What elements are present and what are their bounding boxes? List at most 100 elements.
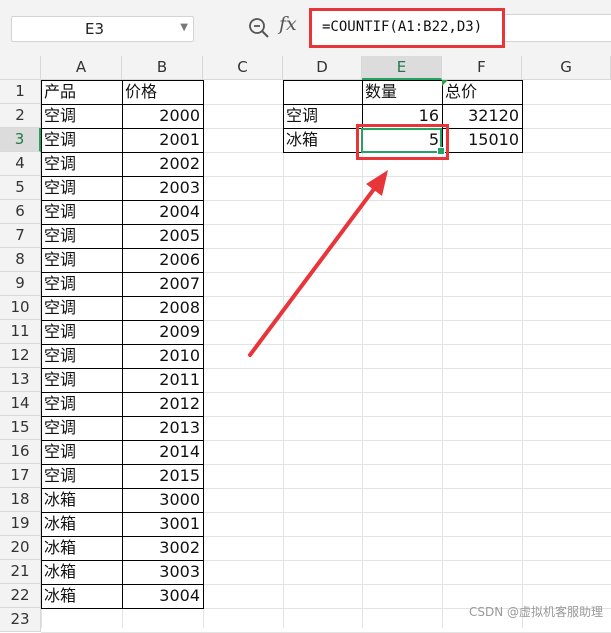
cell-a12[interactable]: 空调 [41, 344, 122, 368]
cell-a19[interactable]: 冰箱 [41, 512, 122, 536]
formula-bar-extension[interactable] [505, 14, 611, 42]
cell-b20[interactable]: 3002 [122, 536, 203, 560]
cell-b5[interactable]: 2003 [122, 176, 203, 200]
row-header-3[interactable]: 3 [0, 128, 41, 152]
row-header-6[interactable]: 6 [0, 200, 41, 224]
cell-a13[interactable]: 空调 [41, 368, 122, 392]
cell-b22[interactable]: 3004 [122, 584, 203, 608]
row-header-18[interactable]: 18 [0, 488, 41, 512]
cell-b13[interactable]: 2011 [122, 368, 203, 392]
table-border [41, 392, 204, 393]
cell-b9[interactable]: 2007 [122, 272, 203, 296]
table-border [41, 440, 204, 441]
table-border [41, 296, 204, 297]
cell-a17[interactable]: 空调 [41, 464, 122, 488]
cell-a16[interactable]: 空调 [41, 440, 122, 464]
formula-input[interactable]: =COUNTIF(A1:B22,D3) [309, 8, 505, 48]
cell-d1[interactable] [283, 80, 362, 104]
row-header-21[interactable]: 21 [0, 560, 41, 584]
row-header-1[interactable]: 1 [0, 80, 41, 104]
row-header-20[interactable]: 20 [0, 536, 41, 560]
name-box[interactable]: E3 ▼ [11, 16, 194, 42]
cell-a15[interactable]: 空调 [41, 416, 122, 440]
table-border [283, 104, 523, 105]
cell-a8[interactable]: 空调 [41, 248, 122, 272]
column-header-e[interactable]: E [362, 56, 442, 80]
cell-a3[interactable]: 空调 [41, 128, 122, 152]
name-box-value: E3 [84, 20, 105, 38]
row-header-14[interactable]: 14 [0, 392, 41, 416]
row-header-19[interactable]: 19 [0, 512, 41, 536]
gridline [283, 80, 284, 628]
cell-b21[interactable]: 3003 [122, 560, 203, 584]
table-border [41, 176, 204, 177]
row-header-9[interactable]: 9 [0, 272, 41, 296]
column-header-g[interactable]: G [522, 56, 611, 80]
row-header-2[interactable]: 2 [0, 104, 41, 128]
highlight-box [356, 124, 449, 160]
row-header-10[interactable]: 10 [0, 296, 41, 320]
table-border [41, 416, 204, 417]
magnifier-icon[interactable] [247, 16, 271, 40]
cell-b14[interactable]: 2012 [122, 392, 203, 416]
cell-b16[interactable]: 2014 [122, 440, 203, 464]
cell-a10[interactable]: 空调 [41, 296, 122, 320]
cell-b6[interactable]: 2004 [122, 200, 203, 224]
cell-a7[interactable]: 空调 [41, 224, 122, 248]
row-header-13[interactable]: 13 [0, 368, 41, 392]
cell-b18[interactable]: 3000 [122, 488, 203, 512]
cell-b4[interactable]: 2002 [122, 152, 203, 176]
cell-a2[interactable]: 空调 [41, 104, 122, 128]
cell-a4[interactable]: 空调 [41, 152, 122, 176]
row-header-17[interactable]: 17 [0, 464, 41, 488]
cell-a9[interactable]: 空调 [41, 272, 122, 296]
cell-b12[interactable]: 2010 [122, 344, 203, 368]
cell-b19[interactable]: 3001 [122, 512, 203, 536]
cell-a11[interactable]: 空调 [41, 320, 122, 344]
cell-b11[interactable]: 2009 [122, 320, 203, 344]
row-header-4[interactable]: 4 [0, 152, 41, 176]
cell-b1[interactable]: 价格 [122, 80, 203, 104]
cell-d3[interactable]: 冰箱 [283, 128, 362, 152]
cell-b7[interactable]: 2005 [122, 224, 203, 248]
cell-a22[interactable]: 冰箱 [41, 584, 122, 608]
gridline [522, 80, 523, 628]
cell-d2[interactable]: 空调 [283, 104, 362, 128]
row-header-22[interactable]: 22 [0, 584, 41, 608]
column-header-b[interactable]: B [122, 56, 203, 80]
cell-b10[interactable]: 2008 [122, 296, 203, 320]
cell-a1[interactable]: 产品 [41, 80, 122, 104]
fx-icon[interactable]: fx [279, 13, 297, 35]
column-header-f[interactable]: F [442, 56, 522, 80]
cell-f2[interactable]: 32120 [442, 104, 522, 128]
column-header-d[interactable]: D [283, 56, 362, 80]
cell-f1[interactable]: 总价 [442, 80, 522, 104]
row-header-16[interactable]: 16 [0, 440, 41, 464]
cell-f3[interactable]: 15010 [442, 128, 522, 152]
cell-b15[interactable]: 2013 [122, 416, 203, 440]
table-border [41, 320, 204, 321]
cell-a5[interactable]: 空调 [41, 176, 122, 200]
cell-b17[interactable]: 2015 [122, 464, 203, 488]
row-header-8[interactable]: 8 [0, 248, 41, 272]
table-border [522, 80, 523, 153]
cell-a20[interactable]: 冰箱 [41, 536, 122, 560]
row-header-5[interactable]: 5 [0, 176, 41, 200]
column-header-a[interactable]: A [41, 56, 122, 80]
cell-b2[interactable]: 2000 [122, 104, 203, 128]
row-header-11[interactable]: 11 [0, 320, 41, 344]
cell-a14[interactable]: 空调 [41, 392, 122, 416]
cell-b8[interactable]: 2006 [122, 248, 203, 272]
cell-e1[interactable]: 数量 [362, 80, 442, 104]
row-header-7[interactable]: 7 [0, 224, 41, 248]
cell-b3[interactable]: 2001 [122, 128, 203, 152]
row-header-15[interactable]: 15 [0, 416, 41, 440]
select-all-corner[interactable] [0, 56, 41, 80]
cell-a21[interactable]: 冰箱 [41, 560, 122, 584]
cell-a18[interactable]: 冰箱 [41, 488, 122, 512]
cell-a6[interactable]: 空调 [41, 200, 122, 224]
row-header-23[interactable]: 23 [0, 608, 41, 632]
row-header-12[interactable]: 12 [0, 344, 41, 368]
column-header-c[interactable]: C [203, 56, 283, 80]
chevron-down-icon[interactable]: ▼ [180, 22, 188, 33]
